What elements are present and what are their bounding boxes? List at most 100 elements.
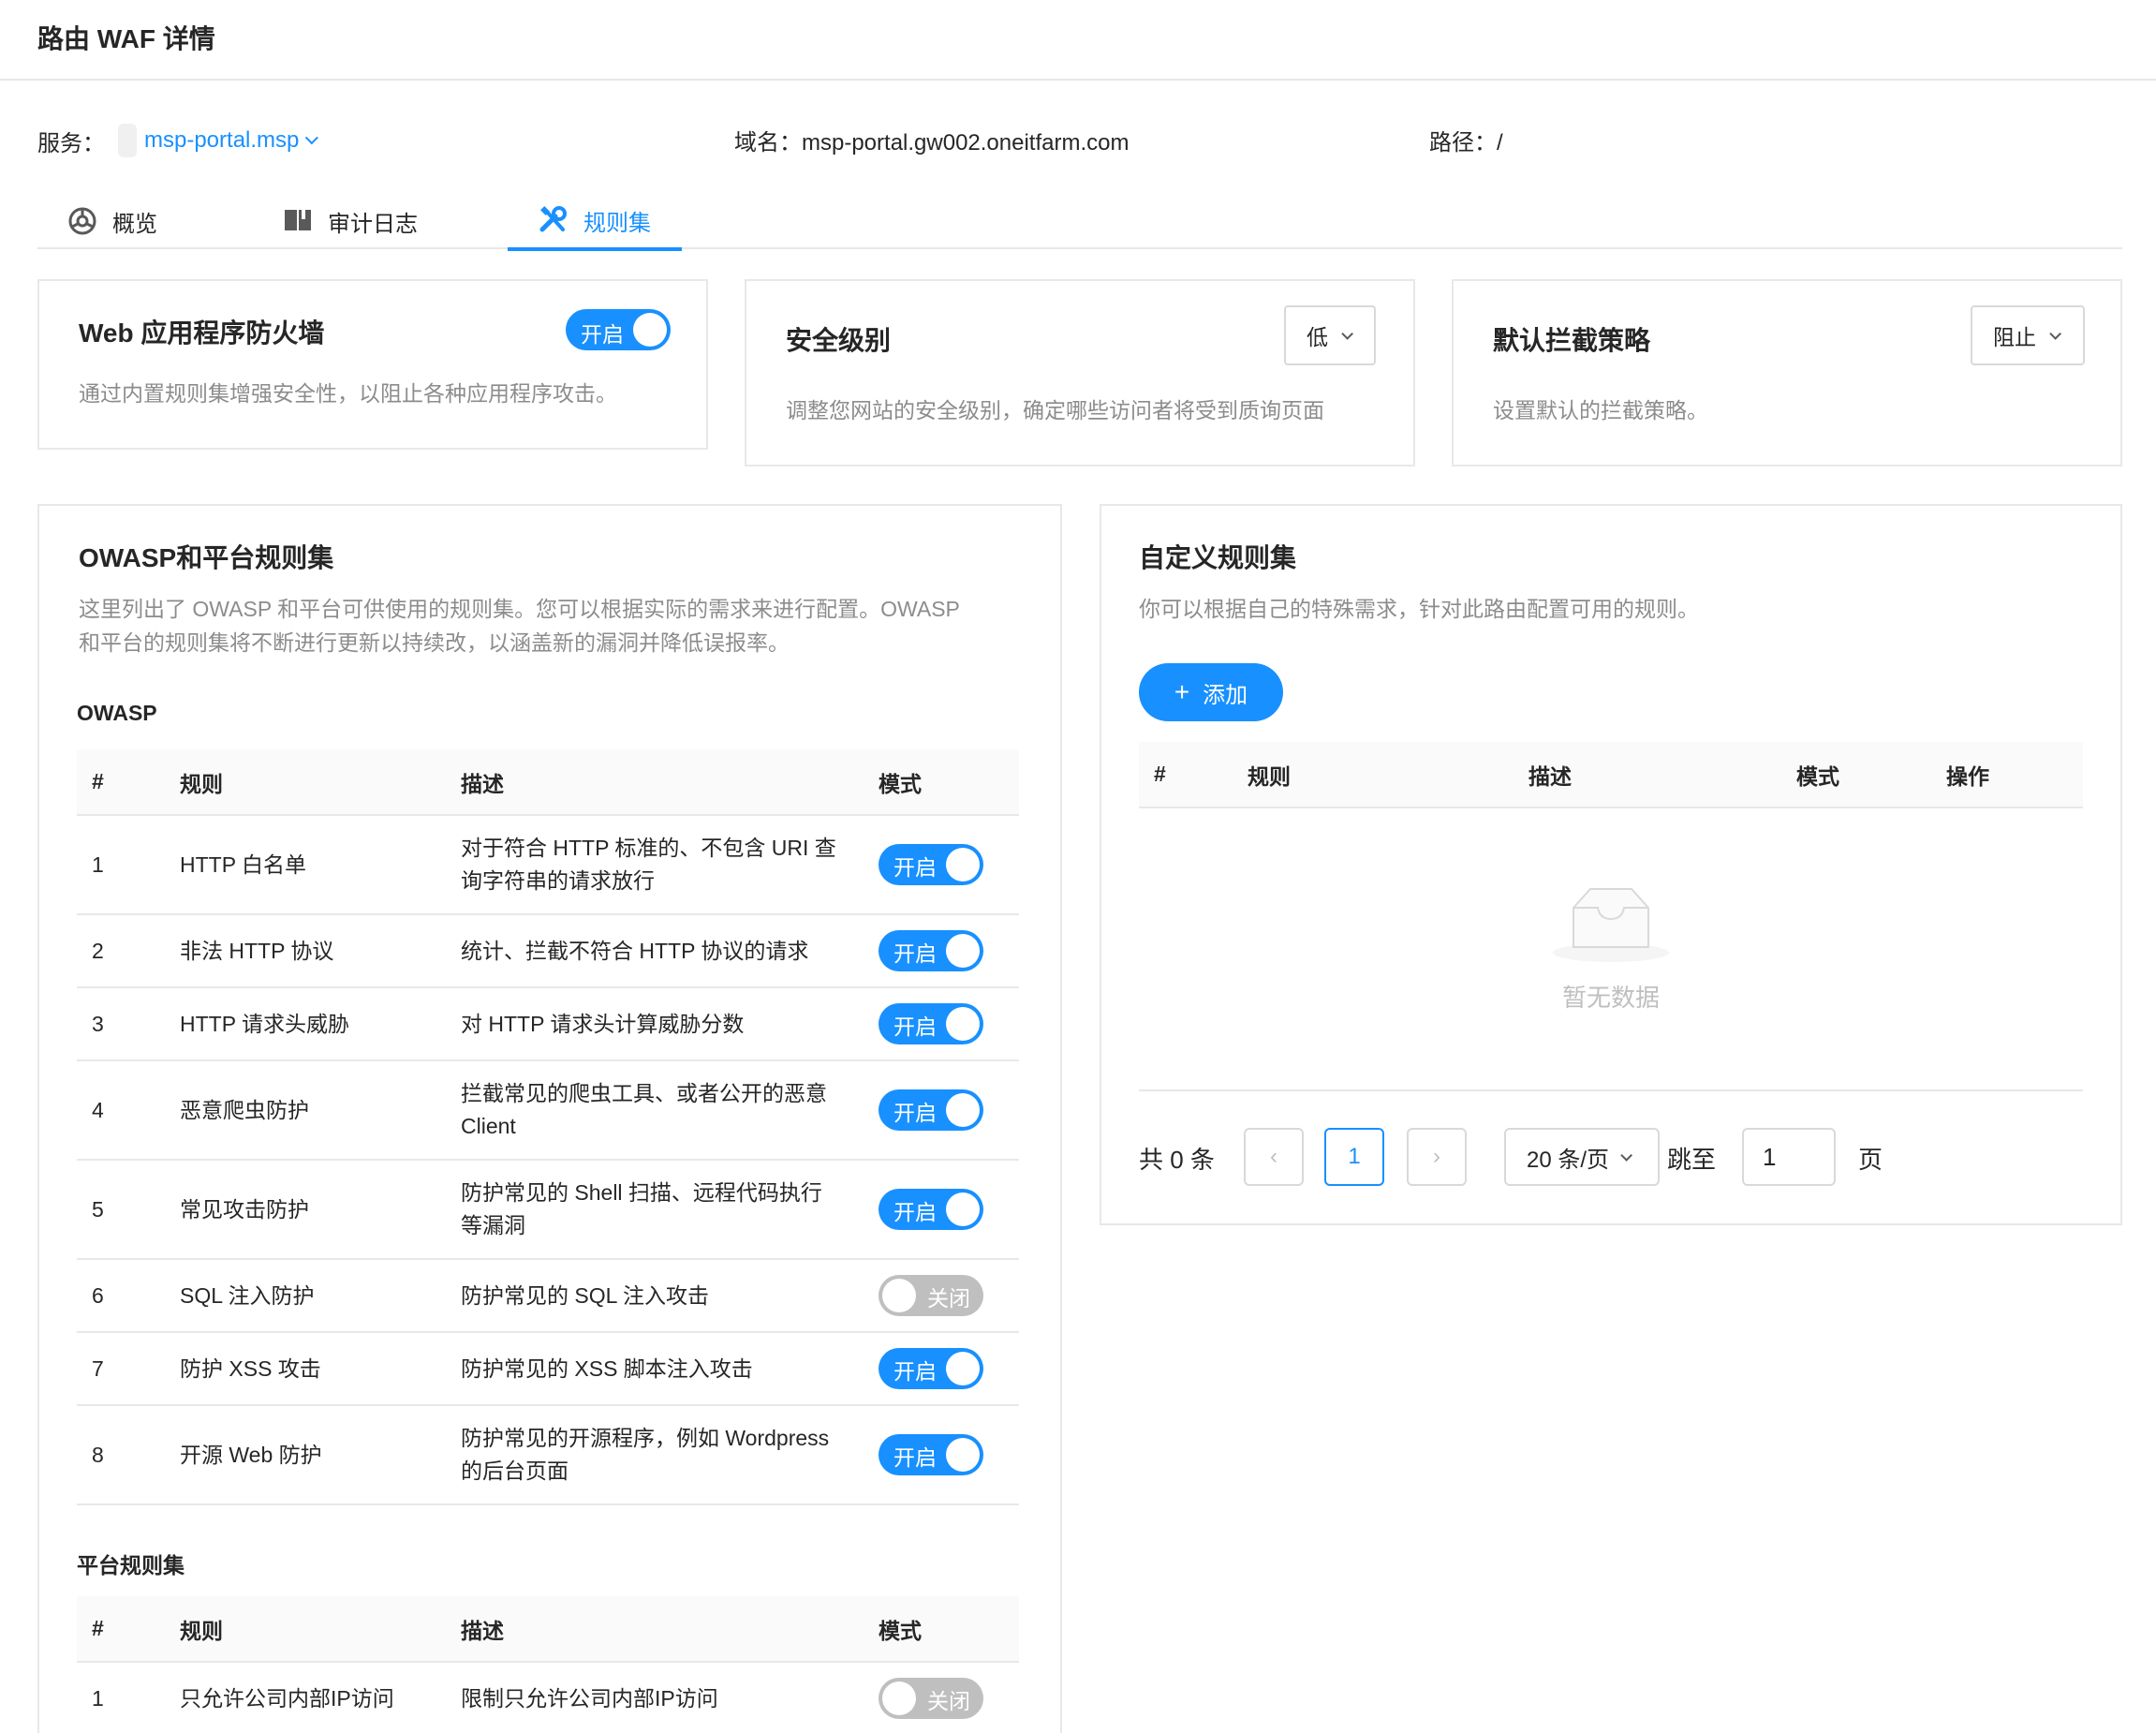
page-title: 路由 WAF 详情: [37, 24, 215, 53]
rule-desc: 防护常见的 Shell 扫描、远程代码执行等漏洞: [446, 1160, 864, 1260]
mode-cell: 开启: [864, 1405, 1019, 1505]
toggle-knob: [882, 1681, 916, 1715]
toggle-label: 关闭: [927, 1286, 970, 1311]
firewall-title: Web 应用程序防火墙: [79, 318, 325, 348]
column-header: 描述: [446, 749, 864, 816]
mode-cell: 开启: [864, 914, 1019, 988]
row-number: 3: [77, 987, 165, 1061]
platform-table: # 规则 描述 模式 1 只允许公司内部IP访问 限制只允许公司内部IP访问 关…: [77, 1596, 1019, 1733]
domain-value: msp-portal.gw002.oneitfarm.com: [802, 130, 1130, 156]
mode-cell: 开启: [864, 1060, 1019, 1161]
toggle-label: 开启: [893, 1445, 937, 1470]
owasp-card-title: OWASP和平台规则集: [79, 543, 334, 572]
column-header: 规则: [165, 749, 446, 816]
toggle-knob: [946, 1007, 980, 1041]
mode-toggle[interactable]: 开启: [879, 1089, 983, 1131]
page-size-select[interactable]: 20 条/页: [1504, 1128, 1660, 1186]
security-level-card: 安全级别 低 调整您网站的安全级别，确定哪些访问者将受到质询页面: [745, 279, 1415, 467]
dashboard-icon: [68, 207, 96, 235]
table-header-row: # 规则 描述 模式: [77, 1596, 1019, 1663]
column-header[interactable]: 模式: [864, 1596, 1019, 1663]
rule-name: 恶意爬虫防护: [165, 1060, 446, 1161]
table-row: 4 恶意爬虫防护 拦截常见的爬虫工具、或者公开的恶意 Client 开启: [77, 1060, 1019, 1161]
empty-text: 暂无数据: [1561, 984, 1660, 1012]
mode-cell: 开启: [864, 987, 1019, 1061]
table-row: 8 开源 Web 防护 防护常见的开源程序，例如 Wordpress 的后台页面…: [77, 1405, 1019, 1505]
mode-cell: 关闭: [864, 1259, 1019, 1333]
mode-toggle[interactable]: 关闭: [879, 1678, 983, 1719]
toggle-knob: [882, 1279, 916, 1312]
toggle-label: 关闭: [927, 1689, 970, 1713]
tab-audit-log[interactable]: 审计日志: [283, 193, 418, 249]
pagination-total: 共 0 条: [1139, 1146, 1215, 1174]
owasp-section-title: OWASP: [77, 701, 157, 725]
prev-page-button[interactable]: ‹: [1244, 1128, 1304, 1186]
firewall-desc: 通过内置规则集增强安全性，以阻止各种应用程序攻击。: [79, 381, 617, 406]
path-label: 路径：: [1429, 130, 1497, 156]
path-info: 路径：/: [1429, 124, 1503, 156]
page-size-value: 20 条/页: [1527, 1147, 1610, 1173]
column-header: #: [1139, 742, 1233, 808]
tab-label: 概览: [112, 211, 157, 237]
firewall-toggle[interactable]: 开启: [566, 309, 671, 350]
block-policy-select[interactable]: 阻止: [1971, 305, 2085, 365]
column-header[interactable]: 模式: [864, 749, 1019, 816]
mode-toggle[interactable]: 开启: [879, 1003, 983, 1044]
mode-toggle[interactable]: 开启: [879, 1434, 983, 1475]
row-number: 1: [77, 815, 165, 915]
column-header: #: [77, 1596, 165, 1663]
tab-ruleset[interactable]: 规则集: [508, 193, 682, 251]
toggle-label: 开启: [581, 322, 624, 347]
add-rule-button[interactable]: + 添加: [1139, 663, 1283, 721]
column-header: 规则: [1233, 742, 1514, 808]
toggle-knob: [946, 1352, 980, 1385]
empty-state: 暂无数据: [1139, 810, 2083, 1091]
owasp-card-desc: 这里列出了 OWASP 和平台可供使用的规则集。您可以根据实际的需求来进行配置。…: [79, 592, 960, 659]
security-level-desc: 调整您网站的安全级别，确定哪些访问者将受到质询页面: [786, 398, 1324, 422]
jump-page-input[interactable]: [1742, 1128, 1836, 1186]
book-icon: [285, 210, 311, 230]
table-row: 1 HTTP 白名单 对于符合 HTTP 标准的、不包含 URI 查询字符串的请…: [77, 815, 1019, 915]
rule-name: 只允许公司内部IP访问: [165, 1662, 446, 1733]
row-number: 6: [77, 1259, 165, 1333]
domain-label: 域名：: [734, 130, 802, 156]
mode-toggle[interactable]: 开启: [879, 844, 983, 885]
mode-toggle[interactable]: 开启: [879, 1348, 983, 1389]
block-policy-title: 默认拦截策略: [1493, 326, 1651, 355]
jump-label: 跳至: [1667, 1146, 1717, 1174]
row-number: 8: [77, 1405, 165, 1505]
next-page-button[interactable]: ›: [1407, 1128, 1467, 1186]
column-header: 描述: [1514, 742, 1781, 808]
table-row: 2 非法 HTTP 协议 统计、拦截不符合 HTTP 协议的请求 开启: [77, 914, 1019, 988]
rule-name: HTTP 白名单: [165, 815, 446, 915]
select-value: 阻止: [1993, 325, 2036, 349]
plus-icon: +: [1174, 677, 1190, 706]
page-header: 路由 WAF 详情: [0, 0, 2156, 81]
tab-overview[interactable]: 概览: [67, 193, 157, 249]
mode-toggle[interactable]: 关闭: [879, 1275, 983, 1316]
custom-rules-title: 自定义规则集: [1139, 543, 1297, 572]
mode-cell: 关闭: [864, 1662, 1019, 1733]
rule-desc: 防护常见的 XSS 脚本注入攻击: [446, 1332, 864, 1406]
table-row: 1 只允许公司内部IP访问 限制只允许公司内部IP访问 关闭: [77, 1662, 1019, 1733]
mode-toggle[interactable]: 开启: [879, 1189, 983, 1230]
mode-toggle[interactable]: 开启: [879, 930, 983, 971]
route-info: 服务： msp-portal.msp 域名：msp-portal.gw002.o…: [0, 124, 2156, 161]
toggle-knob: [633, 313, 667, 347]
service-selector[interactable]: msp-portal.msp: [144, 127, 299, 154]
chevron-right-icon: ›: [1433, 1144, 1440, 1169]
rule-name: 防护 XSS 攻击: [165, 1332, 446, 1406]
tab-bar: 概览 审计日志 规则集: [37, 193, 2122, 251]
rule-desc: 对 HTTP 请求头计算威胁分数: [446, 987, 864, 1061]
firewall-card: Web 应用程序防火墙 开启 通过内置规则集增强安全性，以阻止各种应用程序攻击。: [37, 279, 708, 450]
row-number: 1: [77, 1662, 165, 1733]
toggle-knob: [946, 848, 980, 881]
select-value: 低: [1307, 325, 1328, 349]
table-row: 3 HTTP 请求头威胁 对 HTTP 请求头计算威胁分数 开启: [77, 987, 1019, 1061]
page-number-button[interactable]: 1: [1324, 1128, 1384, 1186]
toggle-label: 开启: [893, 941, 937, 966]
rule-desc: 限制只允许公司内部IP访问: [446, 1662, 864, 1733]
service-label: 服务：: [37, 130, 105, 156]
security-level-select[interactable]: 低: [1284, 305, 1376, 365]
chevron-down-icon[interactable]: [305, 131, 319, 145]
